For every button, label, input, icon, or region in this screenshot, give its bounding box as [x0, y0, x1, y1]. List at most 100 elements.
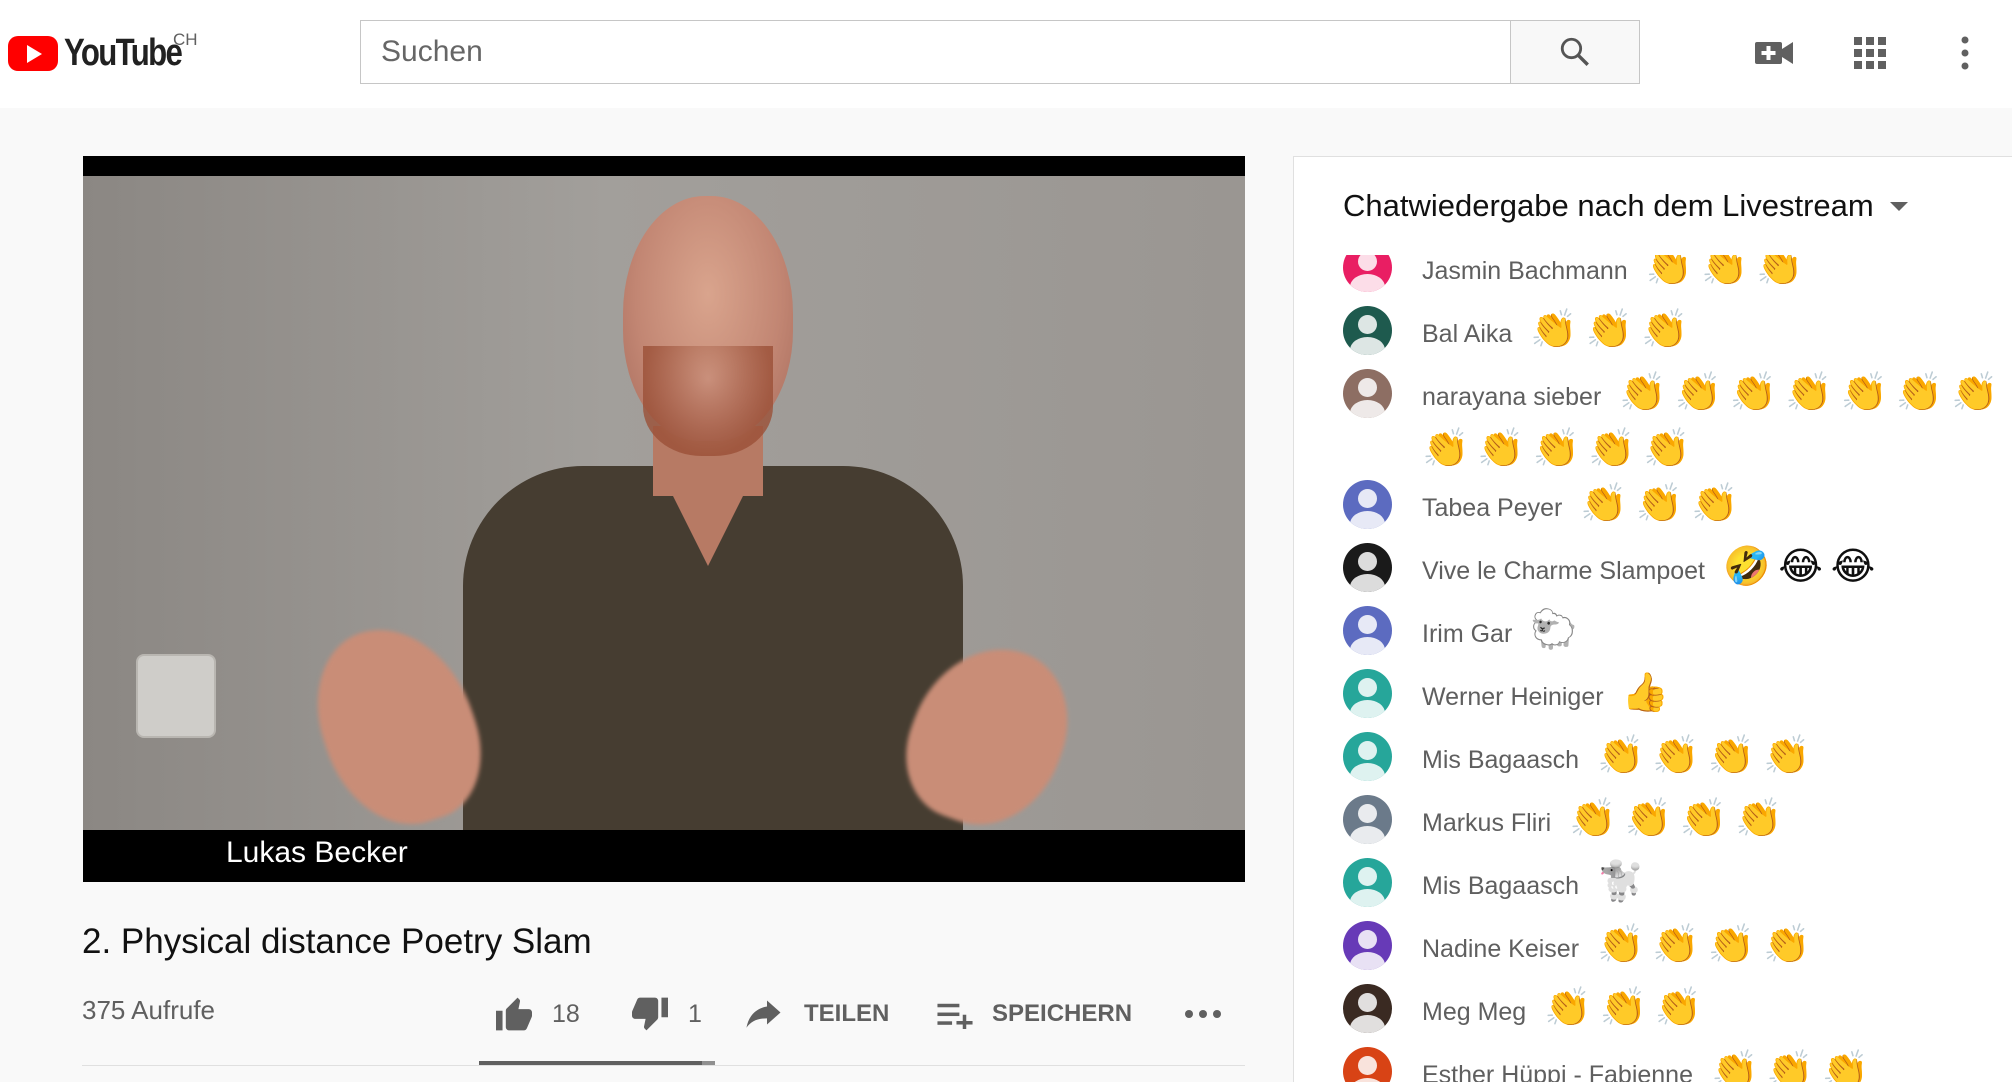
chat-author-name[interactable]: Meg Meg: [1422, 998, 1526, 1026]
chat-message: Vive le Charme Slampoet 🤣😂😂: [1343, 543, 2012, 599]
chat-message: Bal Aika 👏👏👏: [1343, 306, 2012, 362]
settings-menu-button[interactable]: [1942, 30, 1988, 76]
chat-author-name[interactable]: Jasmin Bachmann: [1422, 257, 1628, 285]
chat-message: Nadine Keiser 👏👏👏👏: [1343, 921, 2012, 977]
chat-emoji-text: 👏👏👏: [1710, 1050, 1877, 1082]
chat-message-body: Tabea Peyer 👏👏👏: [1422, 480, 2012, 536]
chat-author-name[interactable]: Werner Heiniger: [1422, 683, 1604, 711]
chat-message-body: Irim Gar 🐑: [1422, 606, 2012, 662]
chat-message-body: Mis Bagaasch 👏👏👏👏: [1422, 732, 2012, 788]
chat-message: Mis Bagaasch 👏👏👏👏: [1343, 732, 2012, 788]
chat-emoji-text: 👏👏👏: [1544, 987, 1711, 1029]
apps-grid-icon: [1854, 37, 1886, 69]
chat-emoji-text: 👍: [1621, 672, 1677, 714]
playlist-add-icon: [937, 1003, 973, 1029]
chat-emoji-text: 🐑: [1530, 609, 1586, 651]
region-code: CH: [173, 30, 198, 49]
chat-message: Esther Hüppi - Fabienne 👏👏👏: [1343, 1047, 2012, 1082]
chat-message-body: Vive le Charme Slampoet 🤣😂😂: [1422, 543, 2012, 599]
chat-emoji-text: 🐩: [1597, 861, 1653, 903]
create-video-button[interactable]: [1751, 30, 1797, 76]
video-title: 2. Physical distance Poetry Slam: [82, 922, 592, 961]
avatar[interactable]: [1343, 306, 1392, 355]
chat-header[interactable]: Chatwiedergabe nach dem Livestream: [1294, 157, 2012, 255]
more-horiz-icon: [1185, 1010, 1221, 1018]
chat-emoji-text: 👏👏👏👏: [1569, 798, 1791, 840]
chat-message-body: Nadine Keiser 👏👏👏👏: [1422, 921, 2012, 977]
share-button[interactable]: TEILEN: [746, 994, 889, 1034]
chat-message: Markus Fliri 👏👏👏👏: [1343, 795, 2012, 851]
chat-message: Werner Heiniger 👍: [1343, 669, 2012, 725]
like-count: 18: [552, 999, 580, 1028]
chat-author-name[interactable]: Mis Bagaasch: [1422, 872, 1579, 900]
chat-author-name[interactable]: narayana sieber: [1422, 383, 1601, 411]
speaker-beard: [643, 346, 773, 456]
chat-emoji-text: 👏👏👏👏: [1597, 924, 1819, 966]
chat-message-body: narayana sieber 👏👏👏👏👏👏👏👏👏👏👏👏: [1422, 369, 2012, 481]
chat-message-body: Bal Aika 👏👏👏: [1422, 306, 2012, 362]
chat-message: Meg Meg 👏👏👏: [1343, 984, 2012, 1040]
chat-emoji-text: 🤣😂😂: [1723, 546, 1884, 588]
chat-mode-title: Chatwiedergabe nach dem Livestream: [1343, 188, 1874, 223]
chat-message-body: Markus Fliri 👏👏👏👏: [1422, 795, 2012, 851]
avatar[interactable]: [1343, 795, 1392, 844]
dislike-count: 1: [688, 999, 702, 1028]
avatar[interactable]: [1343, 669, 1392, 718]
video-camera-add-icon: [1755, 42, 1793, 64]
avatar[interactable]: [1343, 732, 1392, 781]
more-actions-button[interactable]: [1183, 994, 1223, 1034]
chat-author-name[interactable]: Bal Aika: [1422, 320, 1512, 348]
save-label: SPEICHERN: [992, 1000, 1133, 1027]
chat-message: Tabea Peyer 👏👏👏: [1343, 480, 2012, 536]
chat-message-body: Esther Hüppi - Fabienne 👏👏👏: [1422, 1047, 2012, 1082]
search-input[interactable]: [381, 35, 1510, 69]
thumbs-up-icon: [496, 997, 532, 1031]
chat-emoji-text: 👏👏👏👏: [1597, 735, 1819, 777]
masthead: YouTube CH: [0, 0, 2012, 108]
chat-author-name[interactable]: Vive le Charme Slampoet: [1422, 557, 1705, 585]
avatar[interactable]: [1343, 984, 1392, 1033]
search-icon: [1560, 37, 1589, 66]
speaker-collar: [653, 456, 763, 566]
apps-button[interactable]: [1847, 30, 1893, 76]
chat-message: narayana sieber 👏👏👏👏👏👏👏👏👏👏👏👏: [1343, 369, 2012, 481]
chat-message: Mis Bagaasch 🐩: [1343, 858, 2012, 914]
chat-author-name[interactable]: Irim Gar: [1422, 620, 1512, 648]
chat-emoji-text: 👏👏👏: [1530, 309, 1697, 351]
chat-author-name[interactable]: Nadine Keiser: [1422, 935, 1579, 963]
chat-message: Irim Gar 🐑: [1343, 606, 2012, 662]
divider: [82, 1065, 1245, 1066]
share-arrow-icon: [746, 1000, 781, 1028]
avatar[interactable]: [1343, 369, 1392, 418]
avatar[interactable]: [1343, 606, 1392, 655]
speaker-name-caption: Lukas Becker: [226, 836, 408, 869]
video-player[interactable]: Lukas Becker: [83, 156, 1245, 882]
search-box[interactable]: [360, 20, 1511, 84]
chat-author-name[interactable]: Esther Hüppi - Fabienne: [1422, 1061, 1693, 1082]
wall-socket-image: [138, 656, 214, 736]
avatar[interactable]: [1343, 543, 1392, 592]
avatar[interactable]: [1343, 858, 1392, 907]
chat-message-body: Werner Heiniger 👍: [1422, 669, 2012, 725]
search-button[interactable]: [1511, 20, 1640, 84]
youtube-play-icon: [8, 35, 58, 71]
logo-text: YouTube: [64, 31, 183, 74]
share-label: TEILEN: [804, 1000, 890, 1027]
thumbs-down-icon: [632, 997, 668, 1031]
save-button[interactable]: SPEICHERN: [936, 994, 1132, 1034]
dropdown-arrow-icon: [1889, 202, 1908, 211]
live-chat-replay: Chatwiedergabe nach dem Livestream Jasmi…: [1293, 156, 2012, 1082]
chat-author-name[interactable]: Markus Fliri: [1422, 809, 1551, 837]
more-vert-icon: [1961, 36, 1969, 70]
avatar[interactable]: [1343, 480, 1392, 529]
avatar[interactable]: [1343, 921, 1392, 970]
like-button[interactable]: 18: [494, 994, 580, 1034]
chat-author-name[interactable]: Tabea Peyer: [1422, 494, 1562, 522]
video-frame[interactable]: [83, 176, 1245, 830]
view-count: 375 Aufrufe: [82, 995, 215, 1025]
chat-author-name[interactable]: Mis Bagaasch: [1422, 746, 1579, 774]
avatar[interactable]: [1343, 1047, 1392, 1082]
chat-message-body: Meg Meg 👏👏👏: [1422, 984, 2012, 1040]
chat-emoji-text: 👏👏👏: [1580, 483, 1747, 525]
dislike-button[interactable]: 1: [630, 994, 702, 1034]
